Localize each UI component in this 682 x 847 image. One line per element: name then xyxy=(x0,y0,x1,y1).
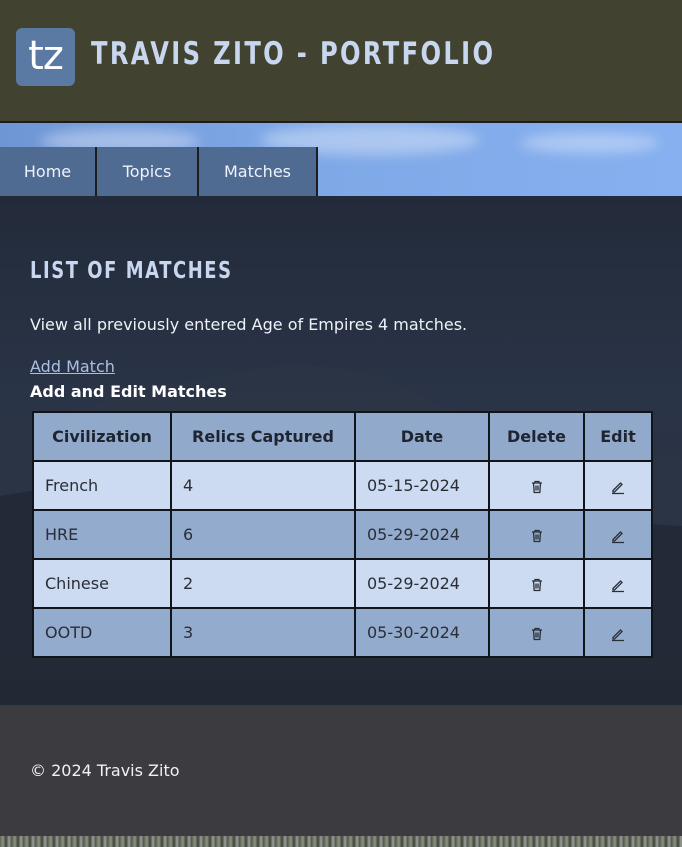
table-row: Chinese 2 05-29-2024 xyxy=(32,558,653,609)
pencil-icon[interactable] xyxy=(610,626,626,642)
cell-relics: 3 xyxy=(170,607,356,658)
cell-civilization: French xyxy=(32,460,172,511)
nav-item-matches[interactable]: Matches xyxy=(199,147,318,196)
cell-date: 05-29-2024 xyxy=(354,558,490,609)
trash-icon[interactable] xyxy=(529,528,545,544)
cell-delete xyxy=(488,509,585,560)
page-description: View all previously entered Age of Empir… xyxy=(30,315,468,334)
cell-date: 05-29-2024 xyxy=(354,509,490,560)
cell-civilization: Chinese xyxy=(32,558,172,609)
page-title: List of Matches xyxy=(30,258,233,284)
main-nav: Home Topics Matches xyxy=(0,147,318,196)
matches-table: Civilization Relics Captured Date Delete… xyxy=(32,411,653,658)
add-match-link[interactable]: Add Match xyxy=(30,357,115,376)
column-header-edit: Edit xyxy=(583,411,653,462)
cell-edit xyxy=(583,460,653,511)
column-header-date: Date xyxy=(354,411,490,462)
copyright-text: © 2024 Travis Zito xyxy=(30,761,180,780)
cell-civilization: OOTD xyxy=(32,607,172,658)
table-row: French 4 05-15-2024 xyxy=(32,460,653,511)
site-header: tz Travis Zito - Portfolio xyxy=(0,0,682,123)
table-row: HRE 6 05-29-2024 xyxy=(32,509,653,560)
cell-date: 05-15-2024 xyxy=(354,460,490,511)
trash-icon[interactable] xyxy=(529,577,545,593)
table-caption: Add and Edit Matches xyxy=(30,382,227,401)
cell-relics: 4 xyxy=(170,460,356,511)
cell-relics: 2 xyxy=(170,558,356,609)
pencil-icon[interactable] xyxy=(610,577,626,593)
cell-edit xyxy=(583,509,653,560)
table-header-row: Civilization Relics Captured Date Delete… xyxy=(32,411,653,462)
trash-icon[interactable] xyxy=(529,479,545,495)
site-footer: © 2024 Travis Zito xyxy=(0,705,682,836)
cell-delete xyxy=(488,558,585,609)
table-row: OOTD 3 05-30-2024 xyxy=(32,607,653,658)
cell-date: 05-30-2024 xyxy=(354,607,490,658)
cell-delete xyxy=(488,607,585,658)
nav-item-topics[interactable]: Topics xyxy=(97,147,199,196)
main-content: List of Matches View all previously ente… xyxy=(0,196,682,705)
cell-delete xyxy=(488,460,585,511)
column-header-relics: Relics Captured xyxy=(170,411,356,462)
site-title: Travis Zito - Portfolio xyxy=(91,36,496,72)
nav-item-home[interactable]: Home xyxy=(0,147,97,196)
background-image-strip xyxy=(0,836,682,847)
cell-edit xyxy=(583,607,653,658)
cell-civilization: HRE xyxy=(32,509,172,560)
pencil-icon[interactable] xyxy=(610,528,626,544)
cell-relics: 6 xyxy=(170,509,356,560)
column-header-delete: Delete xyxy=(488,411,585,462)
trash-icon[interactable] xyxy=(529,626,545,642)
site-logo[interactable]: tz xyxy=(16,28,75,86)
cell-edit xyxy=(583,558,653,609)
column-header-civilization: Civilization xyxy=(32,411,172,462)
pencil-icon[interactable] xyxy=(610,479,626,495)
